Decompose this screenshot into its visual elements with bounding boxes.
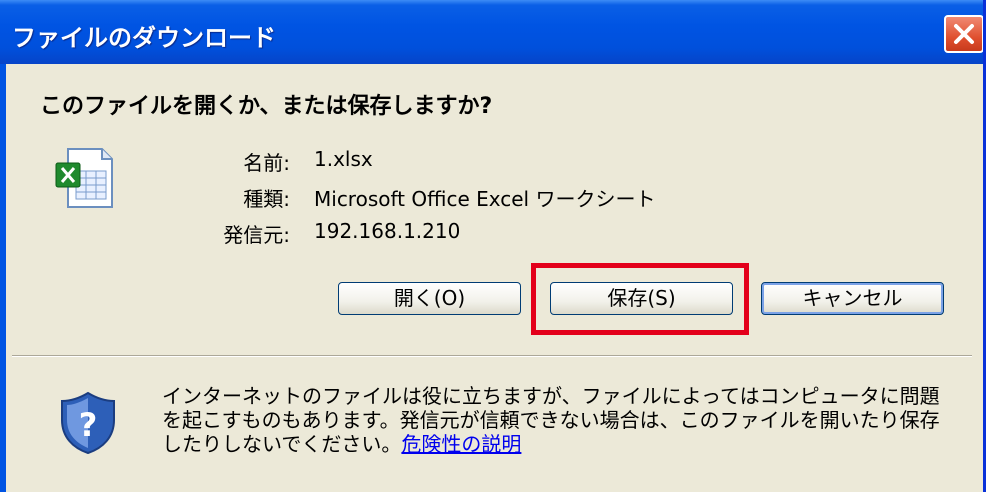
from-label: 発信元: [223,223,290,247]
close-button[interactable] [944,15,983,53]
risk-explanation-link[interactable]: 危険性の説明 [401,432,521,456]
warning-text: インターネットのファイルは役に立ちますが、ファイルによってはコンピュータに問題を… [162,384,940,456]
name-label: 名前: [243,151,290,175]
dialog-question: このファイルを開くか、または保存しますか? [40,94,493,119]
file-download-dialog: ファイルのダウンロード このファイルを開くか、または保存しますか? 名前: 1.… [0,0,986,492]
type-label: 種類: [243,187,290,211]
security-shield-icon: ? [61,391,115,455]
window-left-border [0,64,6,492]
svg-text:?: ? [79,406,98,444]
file-source: 192.168.1.210 [314,219,461,243]
divider-highlight [12,356,972,357]
window-title: ファイルのダウンロード [12,24,276,52]
file-name: 1.xlsx [314,147,373,171]
file-type: Microsoft Office Excel ワークシート [314,187,656,211]
security-warning: インターネットのファイルは役に立ちますが、ファイルによってはコンピュータに問題を… [162,384,952,456]
open-button[interactable]: 開く(O) [338,282,521,315]
title-bar[interactable]: ファイルのダウンロード [0,0,983,64]
cancel-button[interactable]: キャンセル [761,282,944,315]
save-button-highlight [531,263,749,335]
close-icon [954,24,974,44]
